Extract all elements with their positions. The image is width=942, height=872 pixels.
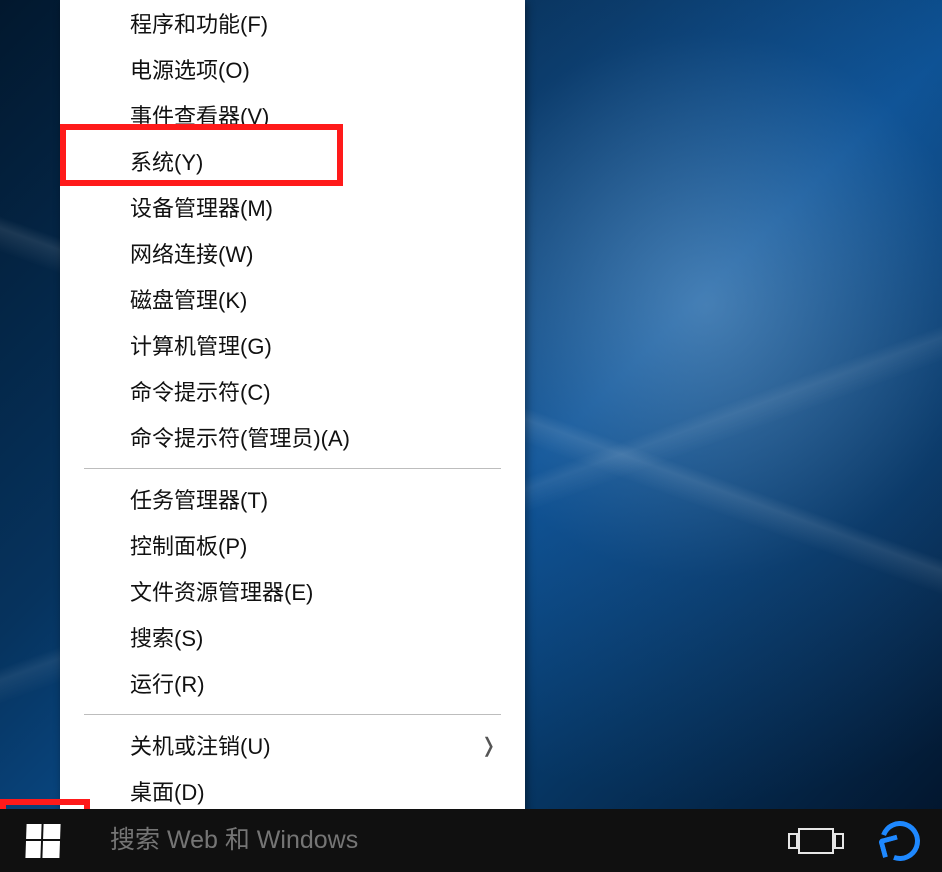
menu-item-desktop[interactable]: 桌面(D) — [60, 768, 525, 814]
menu-item-power-options[interactable]: 电源选项(O) — [60, 46, 525, 92]
menu-item-task-manager[interactable]: 任务管理器(T) — [60, 476, 525, 522]
menu-item-search[interactable]: 搜索(S) — [60, 614, 525, 660]
menu-item-disk-management[interactable]: 磁盘管理(K) — [60, 276, 525, 322]
edge-icon — [873, 814, 926, 867]
menu-item-label: 命令提示符(管理员)(A) — [130, 421, 350, 453]
menu-item-label: 设备管理器(M) — [130, 191, 273, 223]
menu-item-shutdown-or-signout[interactable]: 关机或注销(U) ❭ — [60, 722, 525, 768]
menu-item-programs-and-features[interactable]: 程序和功能(F) — [60, 0, 525, 46]
menu-item-label: 控制面板(P) — [130, 529, 247, 561]
chevron-right-icon: ❭ — [480, 733, 497, 758]
menu-item-label: 任务管理器(T) — [130, 483, 268, 515]
menu-item-system[interactable]: 系统(Y) — [60, 138, 525, 184]
menu-item-label: 磁盘管理(K) — [130, 283, 247, 315]
menu-separator — [84, 714, 501, 715]
menu-item-device-manager[interactable]: 设备管理器(M) — [60, 184, 525, 230]
menu-item-label: 电源选项(O) — [130, 53, 250, 85]
edge-browser-button[interactable] — [858, 809, 942, 872]
menu-item-run[interactable]: 运行(R) — [60, 660, 525, 706]
menu-item-label: 命令提示符(C) — [130, 375, 271, 407]
winx-context-menu: 程序和功能(F) 电源选项(O) 事件查看器(V) 系统(Y) 设备管理器(M)… — [60, 0, 525, 816]
menu-item-label: 系统(Y) — [130, 145, 203, 177]
search-input[interactable] — [86, 809, 711, 872]
menu-item-label: 事件查看器(V) — [130, 99, 269, 131]
menu-item-label: 文件资源管理器(E) — [130, 575, 313, 607]
menu-item-network-connections[interactable]: 网络连接(W) — [60, 230, 525, 276]
menu-item-label: 程序和功能(F) — [130, 7, 268, 39]
menu-item-control-panel[interactable]: 控制面板(P) — [60, 522, 525, 568]
menu-item-label: 计算机管理(G) — [130, 329, 272, 361]
task-view-button[interactable] — [774, 809, 858, 872]
menu-item-command-prompt-admin[interactable]: 命令提示符(管理员)(A) — [60, 414, 525, 460]
menu-item-command-prompt[interactable]: 命令提示符(C) — [60, 368, 525, 414]
start-button[interactable] — [0, 809, 86, 872]
task-view-icon — [798, 828, 834, 854]
menu-item-file-explorer[interactable]: 文件资源管理器(E) — [60, 568, 525, 614]
menu-item-event-viewer[interactable]: 事件查看器(V) — [60, 92, 525, 138]
menu-item-label: 网络连接(W) — [130, 237, 253, 269]
menu-item-label: 运行(R) — [130, 667, 205, 699]
menu-separator — [84, 468, 501, 469]
menu-item-label: 搜索(S) — [130, 621, 203, 653]
taskbar — [0, 809, 942, 872]
menu-item-label: 桌面(D) — [130, 775, 205, 807]
menu-item-computer-management[interactable]: 计算机管理(G) — [60, 322, 525, 368]
menu-item-label: 关机或注销(U) — [130, 729, 271, 761]
windows-logo-icon — [25, 824, 60, 858]
